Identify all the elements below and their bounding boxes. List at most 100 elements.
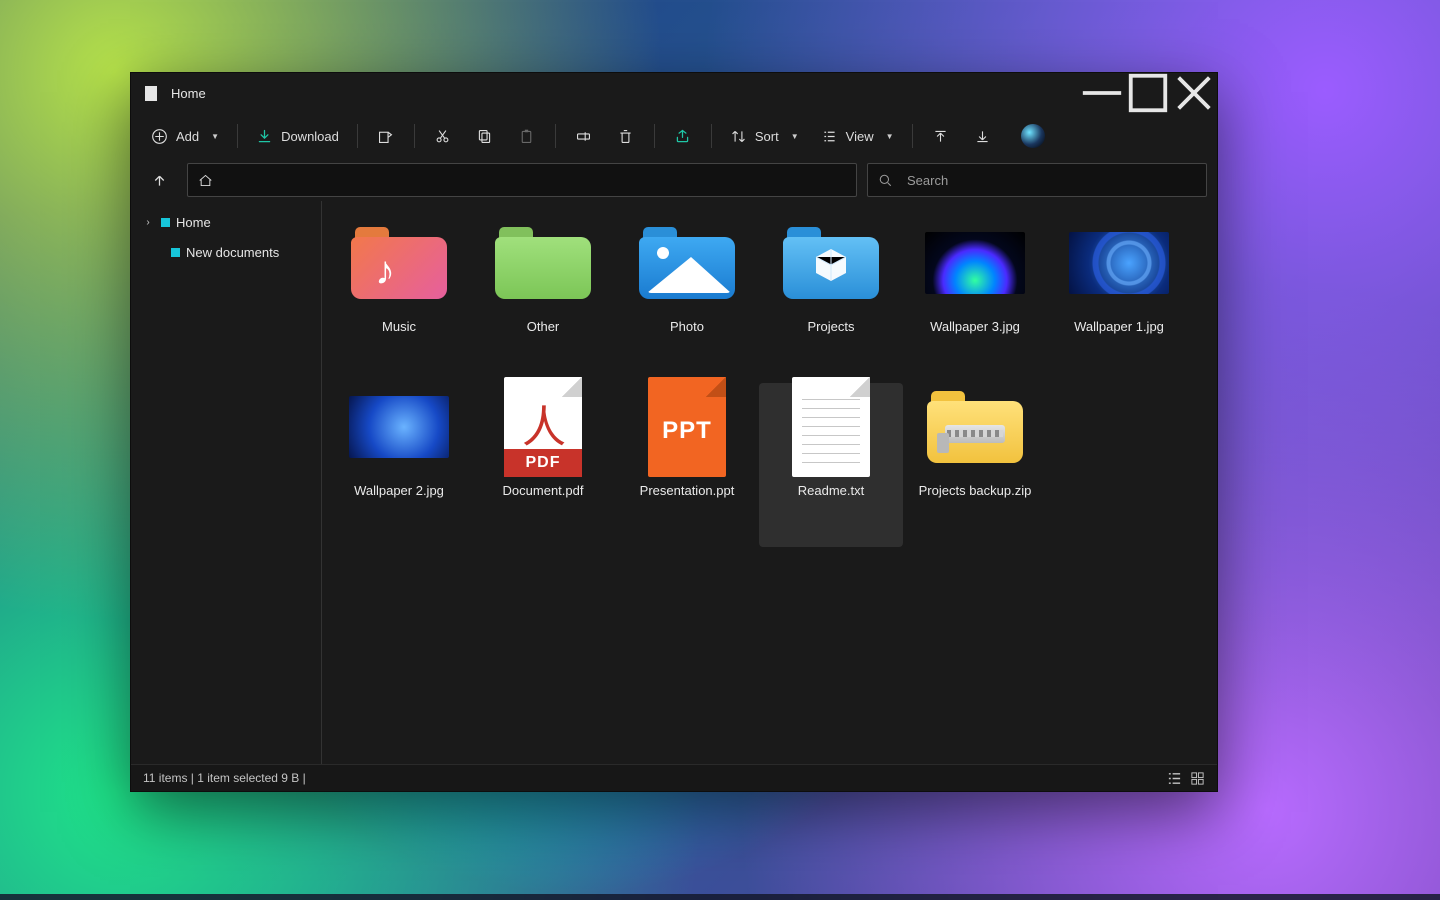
minimize-button[interactable] bbox=[1079, 73, 1125, 113]
toolbar-divider bbox=[414, 124, 415, 148]
file-grid[interactable]: ♪ Music Other Photo Projects bbox=[322, 201, 1217, 764]
search-icon bbox=[878, 173, 893, 188]
rename-icon bbox=[575, 128, 592, 145]
download-to-button[interactable] bbox=[963, 119, 1003, 153]
toolbar-divider bbox=[555, 124, 556, 148]
image-thumbnail bbox=[925, 232, 1025, 294]
chevron-down-icon: ▼ bbox=[791, 132, 799, 141]
trash-icon bbox=[617, 128, 634, 145]
arrow-up-icon bbox=[151, 172, 168, 189]
grid-item-label: Document.pdf bbox=[503, 483, 584, 498]
cut-button[interactable] bbox=[423, 119, 463, 153]
grid-item-label: Wallpaper 2.jpg bbox=[354, 483, 444, 498]
search-box[interactable] bbox=[867, 163, 1207, 197]
view-button[interactable]: View ▼ bbox=[811, 119, 904, 153]
title-bar[interactable]: Home bbox=[131, 73, 1217, 113]
close-button[interactable] bbox=[1171, 73, 1217, 113]
status-bar: 11 items | 1 item selected 9 B | bbox=[131, 764, 1217, 791]
window-body: › Home New documents ♪ Music Other bbox=[131, 201, 1217, 764]
view-label: View bbox=[846, 129, 874, 144]
grid-item-label: Wallpaper 3.jpg bbox=[930, 319, 1020, 334]
toolbar-divider bbox=[912, 124, 913, 148]
taskbar[interactable] bbox=[0, 894, 1440, 900]
grid-item-wallpaper2[interactable]: Wallpaper 2.jpg bbox=[327, 383, 471, 547]
pdf-icon: 人 bbox=[522, 391, 566, 455]
folder-mark-icon bbox=[171, 248, 180, 257]
arrow-up-bar-icon bbox=[932, 128, 949, 145]
grid-item-label: Photo bbox=[670, 319, 704, 334]
delete-button[interactable] bbox=[606, 119, 646, 153]
grid-item-document-pdf[interactable]: 人PDF Document.pdf bbox=[471, 383, 615, 547]
image-thumbnail bbox=[349, 396, 449, 458]
music-note-icon: ♪ bbox=[375, 249, 395, 294]
copy-button[interactable] bbox=[465, 119, 505, 153]
grid-item-readme-txt[interactable]: Readme.txt bbox=[759, 383, 903, 547]
share-button[interactable] bbox=[663, 119, 703, 153]
list-icon bbox=[821, 128, 838, 145]
sidebar: › Home New documents bbox=[131, 201, 322, 764]
copy-icon bbox=[476, 128, 493, 145]
status-text: 11 items | 1 item selected 9 B | bbox=[143, 771, 306, 785]
app-icon bbox=[145, 86, 157, 101]
grid-item-wallpaper3[interactable]: Wallpaper 3.jpg bbox=[903, 219, 1047, 383]
chevron-right-icon: › bbox=[141, 217, 155, 228]
grid-item-projects-backup-zip[interactable]: Projects backup.zip bbox=[903, 383, 1047, 547]
grid-item-wallpaper1[interactable]: Wallpaper 1.jpg bbox=[1047, 219, 1191, 383]
grid-item-music[interactable]: ♪ Music bbox=[327, 219, 471, 383]
move-icon bbox=[377, 128, 394, 145]
maximize-icon bbox=[1125, 70, 1171, 116]
sidebar-item-label: Home bbox=[176, 215, 211, 230]
file-manager-window: Home Add▼ Download bbox=[130, 72, 1218, 792]
sort-label: Sort bbox=[755, 129, 779, 144]
clipboard-icon bbox=[518, 128, 535, 145]
text-file-icon bbox=[802, 399, 860, 465]
toolbar: Add▼ Download bbox=[131, 113, 1217, 159]
search-input[interactable] bbox=[905, 172, 1196, 189]
zip-icon bbox=[945, 425, 1005, 443]
chevron-down-icon: ▼ bbox=[886, 132, 894, 141]
window-title: Home bbox=[171, 86, 206, 101]
grid-view-icon[interactable] bbox=[1190, 771, 1205, 786]
toolbar-divider bbox=[237, 124, 238, 148]
rename-button[interactable] bbox=[564, 119, 604, 153]
paste-button[interactable] bbox=[507, 119, 547, 153]
user-avatar[interactable] bbox=[1021, 124, 1045, 148]
sort-icon bbox=[730, 128, 747, 145]
grid-item-presentation-ppt[interactable]: PPT Presentation.ppt bbox=[615, 383, 759, 547]
sidebar-item-new-documents[interactable]: New documents bbox=[131, 237, 321, 267]
grid-item-photo[interactable]: Photo bbox=[615, 219, 759, 383]
address-bar[interactable] bbox=[187, 163, 857, 197]
image-thumbnail bbox=[1069, 232, 1169, 294]
sidebar-item-home[interactable]: › Home bbox=[131, 207, 321, 237]
grid-item-label: Wallpaper 1.jpg bbox=[1074, 319, 1164, 334]
move-button[interactable] bbox=[366, 119, 406, 153]
grid-item-projects[interactable]: Projects bbox=[759, 219, 903, 383]
grid-item-label: Projects backup.zip bbox=[919, 483, 1032, 498]
grid-item-label: Music bbox=[382, 319, 416, 334]
download-button[interactable]: Download bbox=[246, 119, 349, 153]
grid-item-label: Projects bbox=[808, 319, 855, 334]
scissors-icon bbox=[434, 128, 451, 145]
sort-button[interactable]: Sort ▼ bbox=[720, 119, 809, 153]
cube-icon bbox=[811, 245, 851, 285]
nav-up-button[interactable] bbox=[141, 164, 177, 196]
add-button[interactable]: Add▼ bbox=[141, 119, 229, 153]
folder-mark-icon bbox=[161, 218, 170, 227]
toolbar-divider bbox=[654, 124, 655, 148]
details-view-icon[interactable] bbox=[1167, 771, 1182, 786]
home-icon bbox=[198, 174, 213, 187]
toolbar-divider bbox=[357, 124, 358, 148]
grid-item-label: Other bbox=[527, 319, 560, 334]
address-row bbox=[131, 159, 1217, 201]
add-label: Add bbox=[176, 129, 199, 144]
maximize-button[interactable] bbox=[1125, 73, 1171, 113]
share-icon bbox=[674, 128, 691, 145]
plus-circle-icon bbox=[151, 128, 168, 145]
ppt-label: PPT bbox=[648, 417, 726, 445]
upload-button[interactable] bbox=[921, 119, 961, 153]
grid-item-other[interactable]: Other bbox=[471, 219, 615, 383]
sidebar-item-label: New documents bbox=[186, 245, 279, 260]
close-icon bbox=[1171, 70, 1217, 116]
download-icon bbox=[256, 128, 273, 145]
toolbar-divider bbox=[711, 124, 712, 148]
